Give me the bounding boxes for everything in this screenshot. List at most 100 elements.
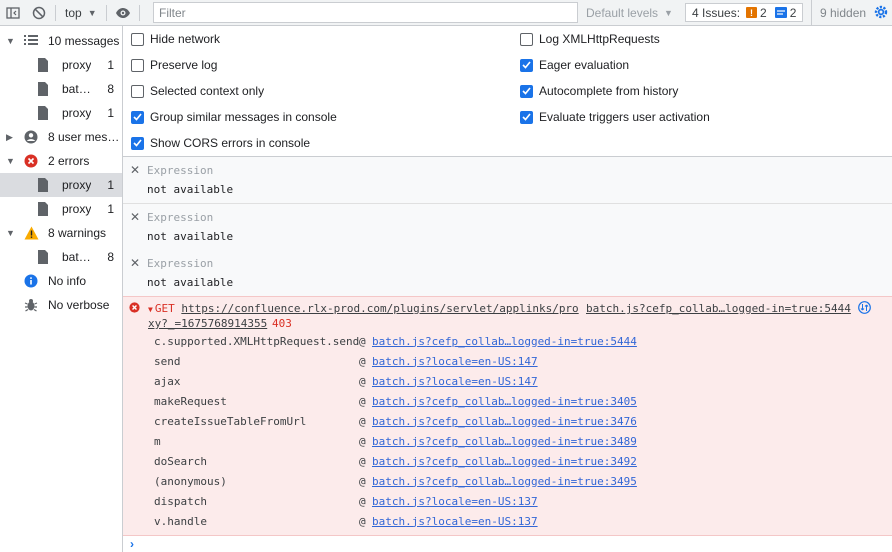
stack-source-link[interactable]: batch.js?cefp_collab…logged-in=true:3476	[372, 415, 637, 428]
eager-eval-option[interactable]: Eager evaluation	[520, 55, 629, 75]
expression-input[interactable]: Expression	[147, 257, 213, 270]
group-similar-checkbox[interactable]	[131, 110, 144, 124]
log-levels-dropdown[interactable]: Default levels ▼	[586, 0, 673, 26]
clear-console-icon[interactable]	[26, 0, 52, 26]
console-prompt[interactable]: ›	[123, 536, 892, 552]
bug-icon	[24, 298, 38, 315]
preserve-log-checkbox[interactable]	[131, 58, 144, 72]
issues-button[interactable]: 4 Issues: ! 2 2	[685, 3, 804, 22]
network-request-icon[interactable]	[858, 301, 871, 317]
error-header[interactable]: ▼ GET https://confluence.rlx-prod.com/plu…	[148, 302, 579, 315]
sidebar-item-info[interactable]: No info	[0, 269, 122, 293]
stack-function: v.handle	[154, 514, 207, 528]
stack-source-link[interactable]: batch.js?locale=en-US:147	[372, 355, 538, 368]
hide-network-option[interactable]: Hide network	[131, 29, 220, 49]
info-icon	[24, 274, 38, 291]
sidebar-item-label: 2 errors	[48, 154, 90, 168]
issues-info-count: 2	[789, 5, 797, 20]
error-icon	[129, 302, 140, 316]
sidebar-item-count: 1	[107, 106, 114, 120]
stack-function: send	[154, 354, 181, 368]
sidebar-item-count: 1	[107, 58, 114, 72]
expression-value: not available	[147, 230, 234, 243]
stack-at: @	[359, 434, 366, 448]
warning-badge-icon: !	[746, 7, 758, 18]
option-label: Eager evaluation	[539, 58, 630, 72]
eye-icon[interactable]	[110, 0, 136, 26]
sidebar-item-warnings[interactable]: ▼ 8 warnings	[0, 221, 122, 245]
caret-down-icon: ▼	[148, 305, 153, 314]
stack-frame: ajax @ batch.js?locale=en-US:147	[154, 371, 538, 391]
file-icon	[38, 202, 48, 219]
sidebar-item-proxy[interactable]: proxy 1	[0, 173, 122, 197]
stack-source-link[interactable]: batch.js?cefp_collab…logged-in=true:3405	[372, 395, 637, 408]
evaluate-triggers-option[interactable]: Evaluate triggers user activation	[520, 107, 710, 127]
close-icon[interactable]: ✕	[130, 210, 140, 224]
file-icon	[38, 178, 48, 195]
sidebar-item-label: 8 warnings	[48, 226, 107, 240]
stack-at: @	[359, 374, 366, 388]
live-expression: ✕ Expression not available	[123, 250, 892, 297]
stack-function: m	[154, 434, 161, 448]
evaluate-triggers-checkbox[interactable]	[520, 110, 533, 124]
selected-context-option[interactable]: Selected context only	[131, 81, 264, 101]
stack-frame: send @ batch.js?locale=en-US:147	[154, 351, 538, 371]
expression-input[interactable]: Expression	[147, 211, 213, 224]
file-icon	[38, 82, 48, 99]
log-xhr-option[interactable]: Log XMLHttpRequests	[520, 29, 660, 49]
sidebar-item-proxy[interactable]: proxy 1	[0, 53, 122, 77]
sidebar-item-batch[interactable]: batch.js 8	[0, 245, 122, 269]
gear-icon[interactable]	[873, 4, 889, 23]
live-expression: ✕ Expression not available	[123, 204, 892, 251]
sidebar-item-label: proxy	[62, 58, 92, 72]
stack-at: @	[359, 494, 366, 508]
error-icon	[24, 154, 38, 171]
stack-function: dispatch	[154, 494, 207, 508]
sidebar-item-messages[interactable]: ▼ 10 messages	[0, 29, 122, 53]
close-icon[interactable]: ✕	[130, 163, 140, 177]
stack-source-link[interactable]: batch.js?cefp_collab…logged-in=true:3489	[372, 435, 637, 448]
filter-input[interactable]: Filter	[153, 2, 578, 23]
stack-source-link[interactable]: batch.js?locale=en-US:137	[372, 495, 538, 508]
sidebar-item-proxy[interactable]: proxy 1	[0, 101, 122, 125]
sidebar-item-verbose[interactable]: No verbose	[0, 293, 122, 317]
stack-source-link[interactable]: batch.js?locale=en-US:137	[372, 515, 538, 528]
stack-frame: c.supported.XMLHttpRequest.send @ batch.js…	[154, 331, 637, 351]
stack-source-link[interactable]: batch.js?cefp_collab…logged-in=true:3495	[372, 475, 637, 488]
stack-function: makeRequest	[154, 394, 227, 408]
sidebar-item-proxy[interactable]: proxy 1	[0, 197, 122, 221]
autocomplete-option[interactable]: Autocomplete from history	[520, 81, 678, 101]
hide-network-checkbox[interactable]	[131, 32, 144, 46]
error-source-link[interactable]: batch.js?cefp_collab…logged-in=true:5444	[586, 302, 851, 315]
stack-source-link[interactable]: batch.js?cefp_collab…logged-in=true:5444	[372, 335, 637, 348]
autocomplete-checkbox[interactable]	[520, 84, 533, 98]
sidebar-item-label: batch.js	[62, 82, 94, 96]
show-cors-option[interactable]: Show CORS errors in console	[131, 133, 310, 153]
sidebar-item-label: No verbose	[48, 298, 110, 312]
log-xhr-checkbox[interactable]	[520, 32, 533, 46]
eager-eval-checkbox[interactable]	[520, 58, 533, 72]
console-settings-panel: Hide network Preserve log Selected conte…	[123, 26, 892, 157]
sidebar-item-errors[interactable]: ▼ 2 errors	[0, 149, 122, 173]
show-cors-checkbox[interactable]	[131, 136, 144, 150]
sidebar-item-user-messages[interactable]: ▶ 8 user messages	[0, 125, 122, 149]
context-selector[interactable]: top ▼	[59, 0, 103, 26]
option-label: Evaluate triggers user activation	[539, 110, 710, 124]
stack-source-link[interactable]: batch.js?locale=en-US:147	[372, 375, 538, 388]
group-similar-option[interactable]: Group similar messages in console	[131, 107, 337, 127]
stack-source-link[interactable]: batch.js?cefp_collab…logged-in=true:3492	[372, 455, 637, 468]
stack-at: @	[359, 334, 366, 348]
stack-function: createIssueTableFromUrl	[154, 414, 307, 428]
error-request-url-cont[interactable]: xy?_=1675768914355	[148, 317, 267, 330]
sidebar-item-batch[interactable]: batch.js 8	[0, 77, 122, 101]
sidebar-toggle-icon[interactable]	[0, 0, 26, 26]
close-icon[interactable]: ✕	[130, 256, 140, 270]
preserve-log-option[interactable]: Preserve log	[131, 55, 217, 75]
error-request-url[interactable]: https://confluence.rlx-prod.com/plugins/…	[181, 302, 578, 315]
caret-down-icon: ▼	[6, 156, 15, 166]
option-label: Autocomplete from history	[539, 84, 679, 98]
expression-input[interactable]: Expression	[147, 164, 213, 177]
info-badge-icon	[774, 7, 787, 18]
selected-context-checkbox[interactable]	[131, 84, 144, 98]
file-icon	[38, 106, 48, 123]
